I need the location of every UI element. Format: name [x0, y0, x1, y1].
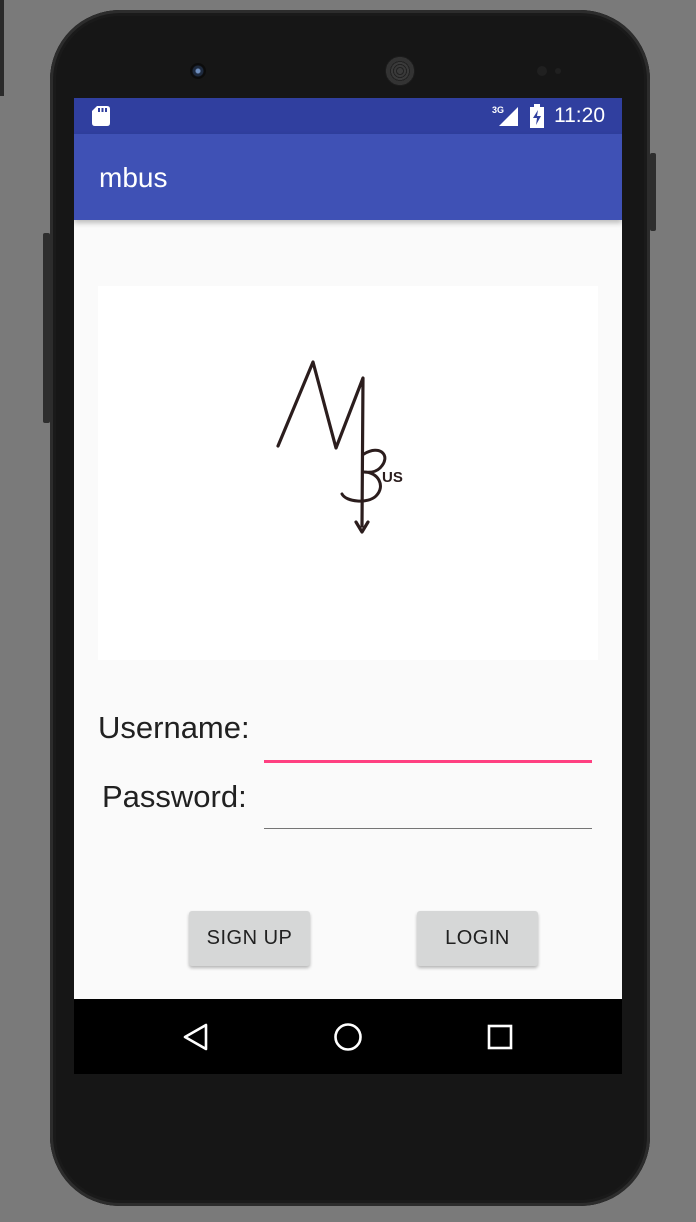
mbus-logo: US — [276, 360, 403, 534]
logo-text: US — [382, 469, 403, 486]
password-input[interactable] — [264, 784, 592, 829]
app-bar: mbus — [74, 134, 622, 220]
network-type-label: 3G — [492, 105, 504, 115]
device-screen: 3G 11:20 mbus US Username: Password: SIG… — [74, 98, 622, 1074]
recents-icon[interactable] — [483, 1020, 517, 1054]
username-label: Username: — [98, 710, 250, 745]
battery-charging-icon — [530, 104, 544, 128]
password-label: Password: — [102, 779, 247, 814]
proximity-sensor — [537, 66, 547, 76]
username-input[interactable] — [264, 716, 592, 763]
emulator-stage: 3G 11:20 mbus US Username: Password: SIG… — [0, 0, 696, 1222]
window-edge — [0, 0, 4, 96]
sd-card-icon — [92, 106, 110, 126]
signal-icon: 3G — [492, 105, 518, 126]
navigation-bar — [74, 999, 622, 1074]
login-button[interactable]: LOGIN — [417, 911, 538, 966]
status-time: 11:20 — [554, 104, 605, 127]
status-bar: 3G 11:20 — [74, 98, 622, 134]
front-camera — [190, 63, 206, 79]
light-sensor — [555, 68, 561, 74]
back-icon[interactable] — [179, 1020, 213, 1054]
app-title: mbus — [99, 162, 168, 193]
earpiece-speaker — [385, 56, 415, 86]
power-button[interactable] — [43, 233, 50, 423]
sign-up-button[interactable]: SIGN UP — [189, 911, 310, 966]
logo-image: US — [98, 286, 598, 660]
volume-button[interactable] — [650, 153, 656, 231]
home-icon[interactable] — [331, 1020, 365, 1054]
